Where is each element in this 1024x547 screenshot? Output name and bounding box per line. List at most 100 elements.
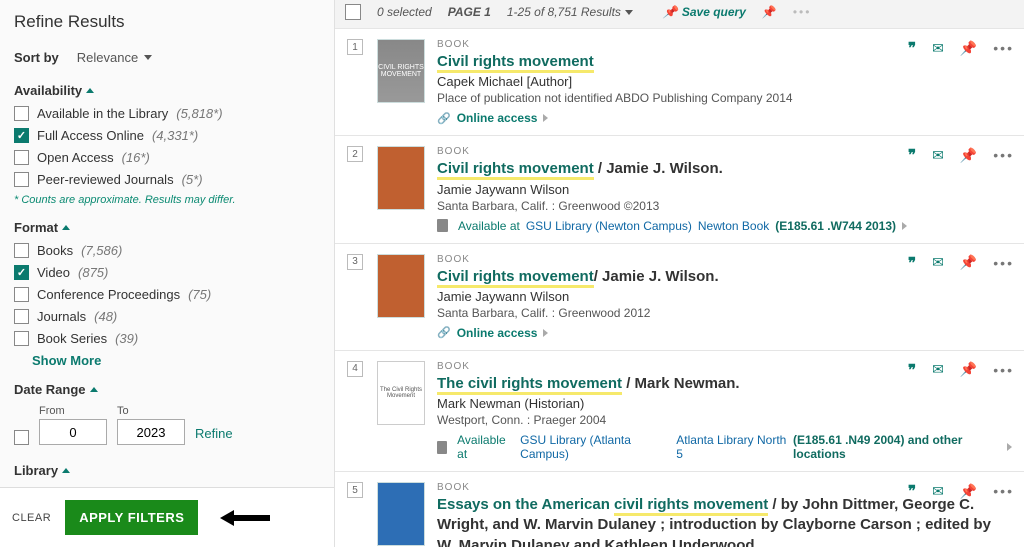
call-number: (E185.61 .W744 2013) — [775, 219, 896, 233]
item-actions: ❞ ✉ 📌 ••• — [908, 146, 1014, 164]
item-title-link[interactable]: Essays on the American civil rights move… — [437, 495, 1012, 547]
email-icon[interactable]: ✉ — [932, 254, 944, 271]
availability-checkbox-2[interactable] — [14, 150, 29, 165]
pin-icon[interactable]: 📌 — [960, 361, 977, 378]
cite-icon[interactable]: ❞ — [908, 361, 916, 379]
apply-filters-button[interactable]: APPLY FILTERS — [65, 500, 198, 535]
facet-label[interactable]: Video — [37, 265, 70, 280]
select-all-checkbox[interactable] — [345, 4, 361, 20]
cite-icon[interactable]: ❞ — [908, 39, 916, 57]
more-icon[interactable]: ••• — [993, 483, 1014, 499]
format-checkbox-1[interactable] — [14, 265, 29, 280]
facet-row: Conference Proceedings (75) — [14, 287, 320, 302]
results-count-dropdown[interactable]: 1-25 of 8,751 Results — [507, 5, 633, 19]
pin-icon[interactable]: 📌 — [960, 483, 977, 500]
availability-checkbox-0[interactable] — [14, 106, 29, 121]
facet-row: Full Access Online (4,331*) — [14, 128, 320, 143]
date-from-label: From — [39, 405, 107, 417]
filter-action-bar: CLEAR APPLY FILTERS — [0, 487, 334, 547]
facet-row: Video (875) — [14, 265, 320, 280]
item-publication: Westport, Conn. : Praeger 2004 — [437, 413, 1012, 427]
item-author: Jamie Jaywann Wilson — [437, 182, 1012, 197]
format-checkbox-4[interactable] — [14, 331, 29, 346]
availability-checkbox-3[interactable] — [14, 172, 29, 187]
date-to-label: To — [117, 405, 185, 417]
date-range-row: From To Refine — [14, 405, 320, 445]
library-section-header[interactable]: Library — [14, 463, 320, 478]
facet-count: (75) — [188, 287, 211, 302]
access-library-row[interactable]: Available at GSU Library (Newton Campus)… — [437, 219, 1012, 233]
library-icon — [437, 441, 447, 454]
facet-label[interactable]: Full Access Online — [37, 128, 144, 143]
availability-checkbox-1[interactable] — [14, 128, 29, 143]
email-icon[interactable]: ✉ — [932, 147, 944, 164]
facet-count: (875) — [78, 265, 108, 280]
more-icon[interactable]: ••• — [993, 40, 1014, 56]
date-from-input[interactable] — [39, 419, 107, 445]
facet-row: Available in the Library (5,818*) — [14, 106, 320, 121]
pin-icon[interactable]: 📌 — [960, 147, 977, 164]
cover-thumbnail[interactable] — [377, 254, 425, 318]
pin-icon[interactable]: 📌 — [960, 254, 977, 271]
more-icon[interactable]: ••• — [993, 255, 1014, 271]
cover-thumbnail[interactable]: CIVIL RIGHTS MOVEMENT — [377, 39, 425, 103]
facet-row: Book Series (39) — [14, 331, 320, 346]
more-icon[interactable]: ••• — [793, 5, 812, 19]
result-item: 2 BOOK Civil rights movement / Jamie J. … — [335, 135, 1024, 242]
date-range-section-header[interactable]: Date Range — [14, 382, 320, 397]
more-icon[interactable]: ••• — [993, 147, 1014, 163]
cite-icon[interactable]: ❞ — [908, 146, 916, 164]
facet-count: (39) — [115, 331, 138, 346]
arrow-annotation-icon — [220, 510, 270, 526]
facet-label[interactable]: Conference Proceedings — [37, 287, 180, 302]
format-checkbox-3[interactable] — [14, 309, 29, 324]
more-icon[interactable]: ••• — [993, 362, 1014, 378]
cite-icon[interactable]: ❞ — [908, 482, 916, 500]
facet-label[interactable]: Open Access — [37, 150, 114, 165]
cover-thumbnail[interactable]: The Civil Rights Movement — [377, 361, 425, 425]
pin-icon[interactable]: 📌 — [960, 40, 977, 57]
cover-thumbnail[interactable] — [377, 146, 425, 210]
facet-count: (5*) — [182, 172, 203, 187]
facet-label[interactable]: Book Series — [37, 331, 107, 346]
result-item: 3 BOOK Civil rights movement/ Jamie J. W… — [335, 243, 1024, 350]
facet-count: (16*) — [122, 150, 150, 165]
caret-down-icon — [625, 10, 633, 15]
date-range-checkbox[interactable] — [14, 430, 29, 445]
item-publication: Santa Barbara, Calif. : Greenwood 2012 — [437, 306, 1012, 320]
clear-button[interactable]: CLEAR — [12, 512, 51, 524]
library-location-link: GSU Library (Atlanta Campus) — [520, 433, 670, 461]
email-icon[interactable]: ✉ — [932, 40, 944, 57]
item-publication: Place of publication not identified ABDO… — [437, 91, 1012, 105]
facet-label[interactable]: Journals — [37, 309, 86, 324]
cover-thumbnail[interactable] — [377, 482, 425, 546]
date-to-input[interactable] — [117, 419, 185, 445]
format-section-header[interactable]: Format — [14, 220, 320, 235]
format-checkbox-0[interactable] — [14, 243, 29, 258]
item-author: Mark Newman (Historian) — [437, 396, 1012, 411]
sort-dropdown[interactable]: Relevance — [77, 50, 152, 65]
show-more-link[interactable]: Show More — [32, 353, 320, 368]
facet-label[interactable]: Available in the Library — [37, 106, 168, 121]
item-actions: ❞ ✉ 📌 ••• — [908, 361, 1014, 379]
save-query-link[interactable]: 📌 Save query — [663, 5, 746, 19]
caret-up-icon — [90, 387, 98, 392]
format-checkbox-2[interactable] — [14, 287, 29, 302]
caret-up-icon — [86, 88, 94, 93]
facet-label[interactable]: Books — [37, 243, 73, 258]
pin-icon[interactable]: 📌 — [762, 5, 777, 19]
result-item: 4 The Civil Rights Movement BOOK The civ… — [335, 350, 1024, 471]
facet-row: Books (7,586) — [14, 243, 320, 258]
access-online-row[interactable]: 🔗 Online access — [437, 111, 1012, 125]
email-icon[interactable]: ✉ — [932, 361, 944, 378]
access-library-row[interactable]: Available at GSU Library (Atlanta Campus… — [437, 433, 1012, 461]
availability-section-header[interactable]: Availability — [14, 83, 320, 98]
refine-sidebar: Refine Results Sort by Relevance Availab… — [0, 0, 335, 547]
access-online-row[interactable]: 🔗 Online access — [437, 326, 1012, 340]
cite-icon[interactable]: ❞ — [908, 254, 916, 272]
results-panel: 0 selected PAGE 1 1-25 of 8,751 Results … — [335, 0, 1024, 547]
email-icon[interactable]: ✉ — [932, 483, 944, 500]
refine-link[interactable]: Refine — [195, 426, 233, 441]
caret-up-icon — [62, 468, 70, 473]
facet-label[interactable]: Peer-reviewed Journals — [37, 172, 174, 187]
